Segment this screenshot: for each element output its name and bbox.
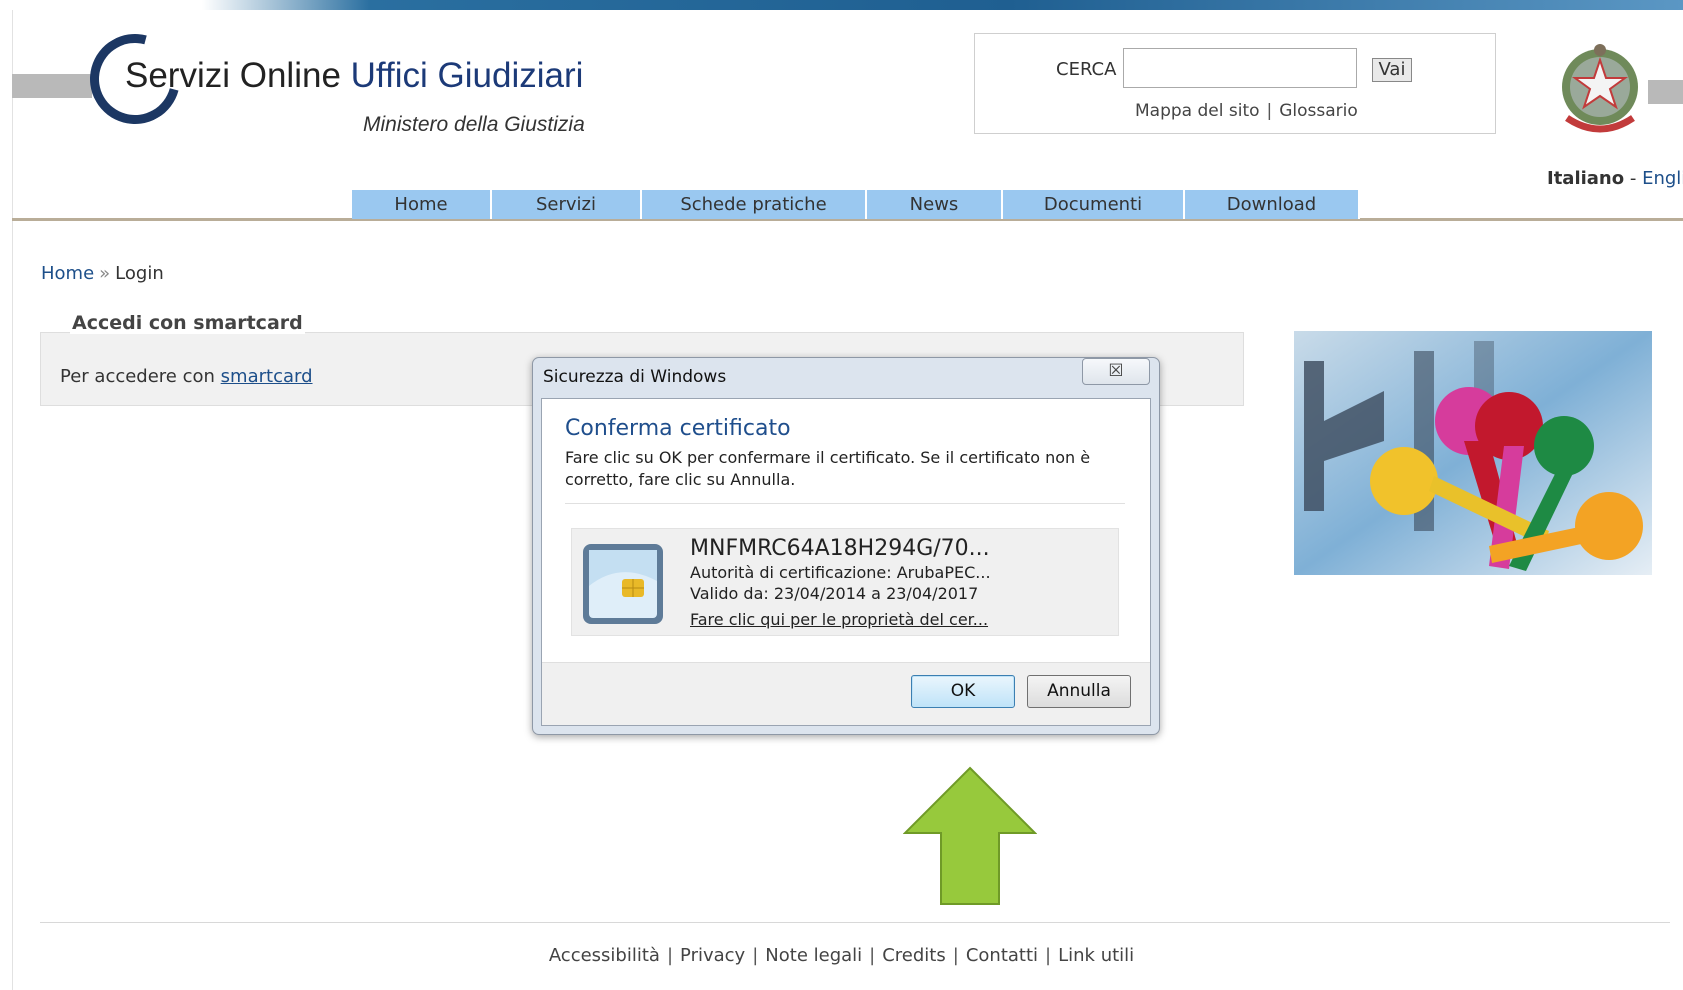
nav-item-news[interactable]: News — [867, 190, 1003, 219]
nav-item-documenti[interactable]: Documenti — [1003, 190, 1185, 219]
lang-separator: - — [1629, 168, 1637, 189]
smartcard-link[interactable]: smartcard — [221, 366, 313, 387]
nav-item-schede-pratiche[interactable]: Schede pratiche — [642, 190, 867, 219]
breadcrumb-home-link[interactable]: Home — [41, 263, 94, 284]
certificate-issuer: Autorità di certificazione: ArubaPEC... — [690, 563, 991, 582]
language-switcher: Italiano - English — [1547, 168, 1683, 189]
glossary-link[interactable]: Glossario — [1279, 101, 1358, 121]
search-input[interactable] — [1123, 48, 1357, 88]
footer-link-link-utili[interactable]: Link utili — [1058, 945, 1134, 966]
smartcard-panel-title: Accedi con smartcard — [70, 312, 305, 334]
header-decor-bar-left — [12, 74, 92, 98]
certificate-name: MNFMRC64A18H294G/70... — [690, 536, 990, 561]
footer-link-privacy[interactable]: Privacy — [680, 945, 745, 966]
utility-separator: | — [1266, 101, 1273, 121]
certificate-properties-link[interactable]: Fare clic qui per le proprietà del cer..… — [690, 610, 988, 629]
smartcard-panel-text-prefix: Per accedere con — [60, 366, 215, 387]
logo-subtitle: Ministero della Giustizia — [363, 113, 585, 136]
logo-title-part1: Servizi Online — [125, 56, 341, 95]
utility-links: Mappa del sito | Glossario — [1135, 101, 1358, 121]
smartcard-icon — [583, 544, 663, 624]
top-decorative-band — [0, 0, 1683, 10]
lang-italian[interactable]: Italiano — [1547, 168, 1624, 189]
breadcrumb-current: Login — [115, 263, 164, 284]
certificate-validity: Valido da: 23/04/2014 a 23/04/2017 — [690, 584, 979, 603]
footer-link-accessibilita[interactable]: Accessibilità — [549, 945, 660, 966]
nav-item-servizi[interactable]: Servizi — [492, 190, 642, 219]
footer-link-note-legali[interactable]: Note legali — [765, 945, 862, 966]
breadcrumb: Home» Login — [41, 263, 164, 284]
footer-separator: | — [752, 945, 759, 966]
nav-item-home[interactable]: Home — [352, 190, 492, 219]
cancel-button[interactable]: Annulla — [1027, 675, 1131, 708]
footer-separator: | — [952, 945, 959, 966]
smartcard-panel-text: Per accedere con smartcard — [60, 366, 313, 387]
main-nav: Home Servizi Schede pratiche News Docume… — [352, 190, 1360, 219]
search-button[interactable]: Vai — [1372, 58, 1412, 82]
dialog-message: Fare clic su OK per confermare il certif… — [565, 448, 1091, 489]
footer-links: Accessibilità | Privacy | Note legali | Credit… — [0, 945, 1683, 966]
footer-divider — [40, 922, 1670, 923]
dialog-title: Sicurezza di Windows — [543, 367, 727, 387]
nav-item-download[interactable]: Download — [1185, 190, 1360, 219]
footer-separator: | — [666, 945, 674, 966]
keys-illustration — [1294, 331, 1652, 575]
close-icon[interactable]: ☒ — [1082, 358, 1150, 385]
footer-separator: | — [869, 945, 876, 966]
footer-link-contatti[interactable]: Contatti — [966, 945, 1038, 966]
page-left-border — [12, 10, 13, 990]
site-logo-title[interactable]: Servizi Online Uffici Giudiziari — [125, 56, 583, 96]
breadcrumb-separator: » — [99, 263, 111, 284]
sitemap-link[interactable]: Mappa del sito — [1135, 101, 1260, 121]
ok-button[interactable]: OK — [911, 675, 1015, 708]
lang-english[interactable]: English — [1642, 168, 1683, 189]
footer-separator: | — [1045, 945, 1052, 966]
search-label: CERCA — [1056, 59, 1117, 80]
up-arrow-icon — [903, 766, 1037, 905]
dialog-divider — [565, 503, 1125, 504]
dialog-heading: Conferma certificato — [565, 416, 791, 441]
logo-title-part2: Uffici Giudiziari — [350, 56, 584, 95]
footer-link-credits[interactable]: Credits — [882, 945, 946, 966]
header-decor-bar-right — [1648, 80, 1683, 104]
italian-republic-emblem-icon — [1562, 44, 1638, 133]
